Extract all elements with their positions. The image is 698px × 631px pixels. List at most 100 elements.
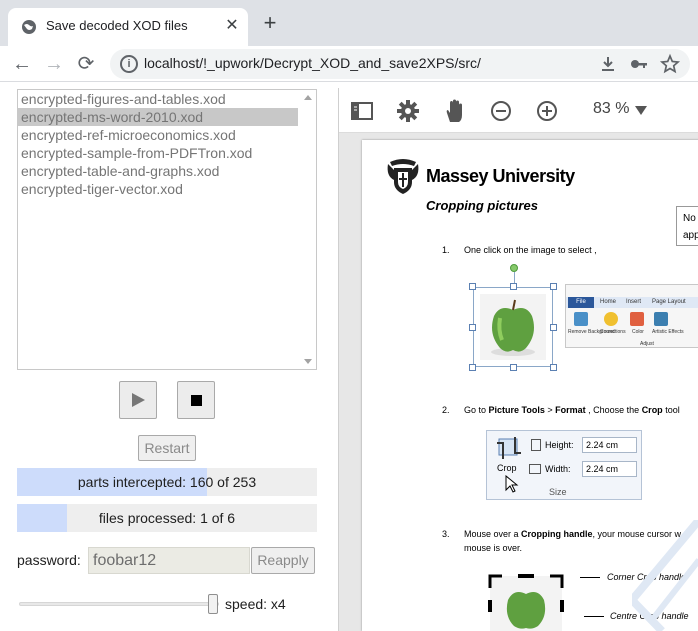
new-tab-button[interactable]: + [258, 12, 282, 36]
step-number: 2. [442, 405, 450, 415]
ribbon-button-label: Artistic Effects [652, 329, 684, 335]
browser-tab[interactable]: Save decoded XOD files ✕ [8, 8, 248, 46]
zoom-dropdown-icon[interactable] [635, 106, 647, 115]
forward-button[interactable]: → [40, 50, 68, 78]
download-icon[interactable] [597, 53, 619, 75]
selected-image-frame [473, 287, 553, 367]
ribbon-button-label: Color [632, 329, 644, 335]
size-group-label: Size [549, 487, 567, 497]
play-icon [132, 393, 145, 407]
callout-line [584, 616, 604, 617]
university-crest-logo [387, 159, 419, 194]
resize-handle [550, 324, 557, 331]
width-icon [529, 464, 541, 474]
resize-handle [510, 364, 517, 371]
tab-strip: Save decoded XOD files ✕ + [0, 0, 698, 46]
document-page: Massey University Cropping pictures No a… [362, 140, 698, 631]
resize-handle [550, 364, 557, 371]
ribbon-tab: Insert [626, 299, 642, 305]
sidebar-toggle-icon[interactable] [349, 98, 375, 124]
remove-background-icon [574, 312, 588, 326]
step-number: 3. [442, 529, 450, 539]
zoom-in-icon[interactable] [534, 98, 560, 124]
list-item[interactable]: encrypted-tiger-vector.xod [18, 180, 316, 198]
crop-handles-image [488, 574, 564, 631]
step-number: 1. [442, 245, 450, 255]
gear-icon[interactable] [395, 98, 421, 124]
key-icon[interactable] [628, 53, 650, 75]
ribbon-tab: Page Layout [652, 299, 686, 305]
resize-handle [469, 364, 476, 371]
height-field: 2.24 cm [582, 437, 637, 453]
parts-progress: parts intercepted: 160 of 253 [17, 468, 317, 496]
width-label: Width: [545, 464, 571, 474]
viewer-toolbar: 83 % [339, 88, 698, 133]
ribbon-file-tab: File [568, 297, 594, 308]
apple-image [480, 294, 546, 360]
word-ribbon-screenshot: File Home Insert Page Layout Remove Back… [565, 284, 698, 348]
cursor-arrow-icon [505, 475, 519, 493]
height-label: Height: [545, 440, 574, 450]
reapply-button[interactable]: Reapply [251, 547, 315, 574]
crop-tool-icon [497, 437, 521, 459]
parts-progress-text: parts intercepted: 160 of 253 [77, 474, 257, 490]
crop-label: Crop [497, 463, 517, 473]
close-tab-icon[interactable]: ✕ [223, 17, 241, 35]
callout-line [580, 577, 600, 578]
step-text-continued: mouse is over. [464, 543, 523, 553]
resize-handle [469, 324, 476, 331]
stop-button[interactable] [177, 381, 215, 419]
scroll-down-icon[interactable] [304, 359, 312, 364]
tab-title: Save decoded XOD files [46, 18, 188, 33]
note-line: No [683, 213, 696, 224]
file-list[interactable]: encrypted-figures-and-tables.xod encrypt… [17, 89, 317, 370]
browser-toolbar: ← → ⟳ i localhost/!_upwork/Decrypt_XOD_a… [0, 46, 698, 82]
ribbon-group-label: Adjust [640, 341, 654, 347]
url-text[interactable]: localhost/!_upwork/Decrypt_XOD_and_save2… [144, 55, 481, 71]
list-item[interactable]: encrypted-figures-and-tables.xod [18, 90, 316, 108]
play-button[interactable] [119, 381, 157, 419]
list-scrollbar[interactable] [301, 90, 316, 369]
document-viewer[interactable]: 83 % Massey University Cropping pictures… [338, 88, 698, 631]
resize-handle [510, 283, 517, 290]
stop-icon [191, 395, 202, 406]
list-item[interactable]: encrypted-sample-from-PDFTron.xod [18, 144, 316, 162]
list-item[interactable]: encrypted-ref-microeconomics.xod [18, 126, 316, 144]
size-group-screenshot: Crop Height: 2.24 cm Width: 2.24 cm Size [486, 430, 642, 500]
speed-slider[interactable] [19, 592, 219, 616]
speed-label: speed: x4 [225, 596, 286, 612]
files-progress-text: files processed: 1 of 6 [98, 510, 236, 526]
scroll-up-icon[interactable] [304, 95, 312, 100]
note-line: app [683, 230, 698, 241]
step-text: Go to Picture Tools > Format , Choose th… [464, 405, 680, 415]
files-progress: files processed: 1 of 6 [17, 504, 317, 532]
background-watermark [632, 520, 698, 631]
university-name: Massey University [426, 166, 575, 186]
address-bar[interactable]: i localhost/!_upwork/Decrypt_XOD_and_sav… [110, 49, 690, 79]
zoom-out-icon[interactable] [488, 98, 514, 124]
note-box: No app [676, 206, 698, 246]
reload-button[interactable]: ⟳ [72, 50, 100, 78]
color-icon [630, 312, 644, 326]
back-button[interactable]: ← [8, 50, 36, 78]
site-info-icon[interactable]: i [120, 55, 138, 73]
slider-thumb[interactable] [208, 594, 218, 614]
resize-handle [550, 283, 557, 290]
document-title: Cropping pictures [426, 198, 538, 213]
ribbon-button-label: Corrections [600, 329, 626, 335]
list-item[interactable]: encrypted-table-and-graphs.xod [18, 162, 316, 180]
zoom-level[interactable]: 83 % [593, 100, 629, 118]
hand-pan-icon[interactable] [442, 98, 468, 124]
list-item-selected[interactable]: encrypted-ms-word-2010.xod [18, 108, 298, 126]
artistic-effects-icon [654, 312, 668, 326]
ribbon-tab: Home [600, 299, 617, 305]
restart-button[interactable]: Restart [138, 435, 196, 461]
corrections-icon [604, 312, 618, 326]
step-text: One click on the image to select , [464, 245, 597, 255]
width-field: 2.24 cm [582, 461, 637, 477]
star-icon[interactable] [659, 53, 681, 75]
password-field[interactable]: foobar12 [88, 547, 250, 574]
password-label: password: [17, 552, 81, 568]
slider-track[interactable] [19, 602, 219, 606]
resize-handle [469, 283, 476, 290]
